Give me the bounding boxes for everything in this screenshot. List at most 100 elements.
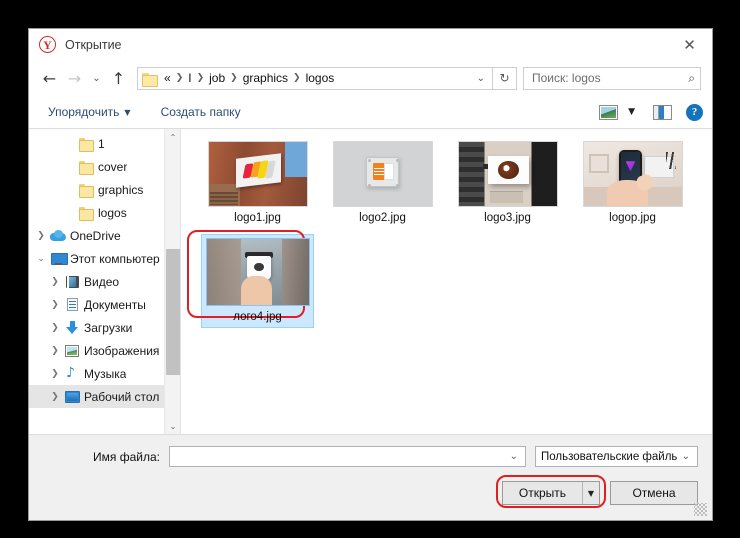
file-tile[interactable]: logo1.jpg [195, 141, 320, 238]
expander-icon[interactable]: ⌄ [33, 254, 49, 264]
sidebar-item-4[interactable]: ❯ OneDrive [29, 224, 180, 247]
folder-icon [77, 137, 95, 152]
filename-input[interactable]: ⌄ [169, 446, 526, 467]
folder-icon [77, 206, 95, 221]
video-icon [63, 275, 81, 288]
expander-icon[interactable]: ❯ [47, 323, 63, 333]
address-bar[interactable]: « ❯ I ❯ job ❯ graphics ❯ logos ⌄ [137, 66, 493, 90]
window-title: Открытие [65, 37, 122, 52]
sidebar-item-11[interactable]: ❯ Рабочий стол [29, 385, 180, 408]
file-tile[interactable]: logop.jpg [570, 141, 695, 238]
chevron-down-icon[interactable]: ⌄ [677, 451, 695, 462]
breadcrumb-item-4[interactable]: logos [303, 71, 338, 85]
filename-row: Имя файла: ⌄ Пользовательские файлы ⌄ [43, 446, 698, 467]
sidebar-item-label: Этот компьютер [70, 251, 160, 266]
button-row: Открыть ▼ Отмена [43, 481, 698, 505]
file-tile[interactable]: logo3.jpg [445, 141, 570, 238]
breadcrumb-item-1[interactable]: I [185, 71, 194, 85]
sidebar-item-1[interactable]: cover [29, 155, 180, 178]
refresh-icon[interactable]: ↻ [493, 66, 517, 90]
sidebar-item-label: Видео [84, 274, 120, 289]
expander-icon[interactable]: ❯ [47, 369, 63, 379]
expander-icon[interactable]: ❯ [47, 277, 63, 287]
dialog-body: 1 cover graphics logos ❯ OneDrive ⌄ Этот компью… [29, 129, 712, 434]
filetype-dropdown[interactable]: Пользовательские файлы ⌄ [535, 446, 698, 467]
file-thumbnail[interactable] [207, 141, 308, 207]
sidebar-item-label: cover [98, 159, 128, 174]
chevron-down-icon[interactable]: ⌄ [505, 451, 523, 462]
recent-locations-button[interactable]: ⌄ [87, 66, 106, 91]
search-input[interactable]: Поиск: logos [532, 71, 688, 85]
expander-icon[interactable]: ❯ [33, 231, 49, 241]
scroll-up-icon[interactable]: ⌃ [165, 129, 180, 145]
onedrive-icon [49, 230, 67, 241]
breadcrumb-separator-icon: ❯ [230, 73, 238, 83]
chevron-down-icon[interactable]: ▼ [620, 107, 643, 117]
up-button[interactable]: ↑ [106, 66, 131, 91]
sidebar-item-9[interactable]: ❯ Изображения [29, 339, 180, 362]
sidebar-item-label: logos [98, 205, 127, 220]
sidebar-item-8[interactable]: ❯ Загрузки [29, 316, 180, 339]
open-dropdown-icon[interactable]: ▼ [582, 482, 599, 504]
scrollbar-thumb[interactable] [166, 249, 180, 375]
sidebar-item-label: Документы [84, 297, 146, 312]
breadcrumb-separator-icon: ❯ [175, 73, 184, 83]
sidebar-item-10[interactable]: ❯ ♪ Музыка [29, 362, 180, 385]
view-layout-icon[interactable] [599, 104, 619, 120]
file-name-label: logo2.jpg [359, 212, 406, 224]
breadcrumb-separator-icon: ❯ [196, 73, 205, 83]
search-box[interactable]: Поиск: logos ⌕ [523, 66, 701, 90]
forward-button[interactable]: → [62, 66, 87, 91]
open-button-label[interactable]: Открыть [503, 482, 582, 504]
file-name-label: logop.jpg [609, 212, 656, 224]
organize-button[interactable]: Упорядочить ▼ [41, 101, 138, 123]
open-button[interactable]: Открыть ▼ [502, 481, 600, 505]
address-dropdown-icon[interactable]: ⌄ [470, 73, 492, 84]
folder-icon [77, 160, 95, 175]
documents-icon [63, 298, 81, 311]
sidebar-item-6[interactable]: ❯ Видео [29, 270, 180, 293]
file-grid: logo1.jpg logo2.jpg logo3.jpg logop.jpg лого… [181, 129, 712, 335]
file-tile[interactable]: logo2.jpg [320, 141, 445, 238]
sidebar-item-2[interactable]: graphics [29, 178, 180, 201]
breadcrumb-item-3[interactable]: graphics [240, 71, 291, 85]
desktop-icon [63, 390, 81, 403]
new-folder-button[interactable]: Создать папку [154, 101, 248, 123]
filename-label: Имя файла: [93, 449, 160, 464]
file-open-dialog: Y Открытие ✕ ← → ⌄ ↑ « ❯ I ❯ job ❯ graph… [28, 28, 713, 521]
yandex-logo-icon: Y [39, 36, 56, 53]
file-thumbnail[interactable] [457, 141, 558, 207]
sidebar-item-3[interactable]: logos [29, 201, 180, 224]
chevron-down-icon: ▼ [124, 107, 131, 117]
sidebar-item-label: Рабочий стол [84, 389, 160, 404]
sidebar-item-7[interactable]: ❯ Документы [29, 293, 180, 316]
close-icon[interactable]: ✕ [667, 29, 712, 60]
command-bar: Упорядочить ▼ Создать папку ▼ ? [29, 96, 712, 129]
expander-icon[interactable]: ❯ [47, 300, 63, 310]
breadcrumb-item-2[interactable]: job [206, 71, 228, 85]
sidebar-item-0[interactable]: 1 [29, 132, 180, 155]
file-tile[interactable]: лого4.jpg [195, 234, 320, 335]
breadcrumb-item-0[interactable]: « [161, 71, 174, 85]
expander-icon[interactable]: ❯ [47, 346, 63, 356]
command-bar-right: ▼ ? [599, 103, 703, 121]
new-folder-label: Создать папку [160, 105, 241, 119]
file-thumbnail[interactable] [332, 141, 433, 207]
sidebar-item-label: Загрузки [84, 320, 133, 335]
file-name-label: logo1.jpg [234, 212, 281, 224]
scroll-down-icon[interactable]: ⌄ [165, 418, 180, 434]
preview-pane-icon[interactable] [653, 104, 672, 120]
sidebar-scrollbar[interactable]: ⌃ ⌄ [164, 129, 180, 434]
sidebar-item-5[interactable]: ⌄ Этот компьютер [29, 247, 180, 270]
filetype-value: Пользовательские файлы [541, 450, 677, 463]
folder-icon [77, 183, 95, 198]
cancel-button[interactable]: Отмена [610, 481, 698, 505]
back-button[interactable]: ← [37, 66, 62, 91]
file-thumbnail[interactable] [582, 141, 683, 207]
file-thumbnail[interactable] [205, 238, 310, 306]
breadcrumb-separator-icon: ❯ [293, 73, 301, 83]
downloads-icon [63, 321, 81, 334]
resize-grip[interactable] [694, 503, 707, 516]
expander-icon[interactable]: ❯ [47, 392, 63, 402]
help-icon[interactable]: ? [686, 103, 703, 121]
